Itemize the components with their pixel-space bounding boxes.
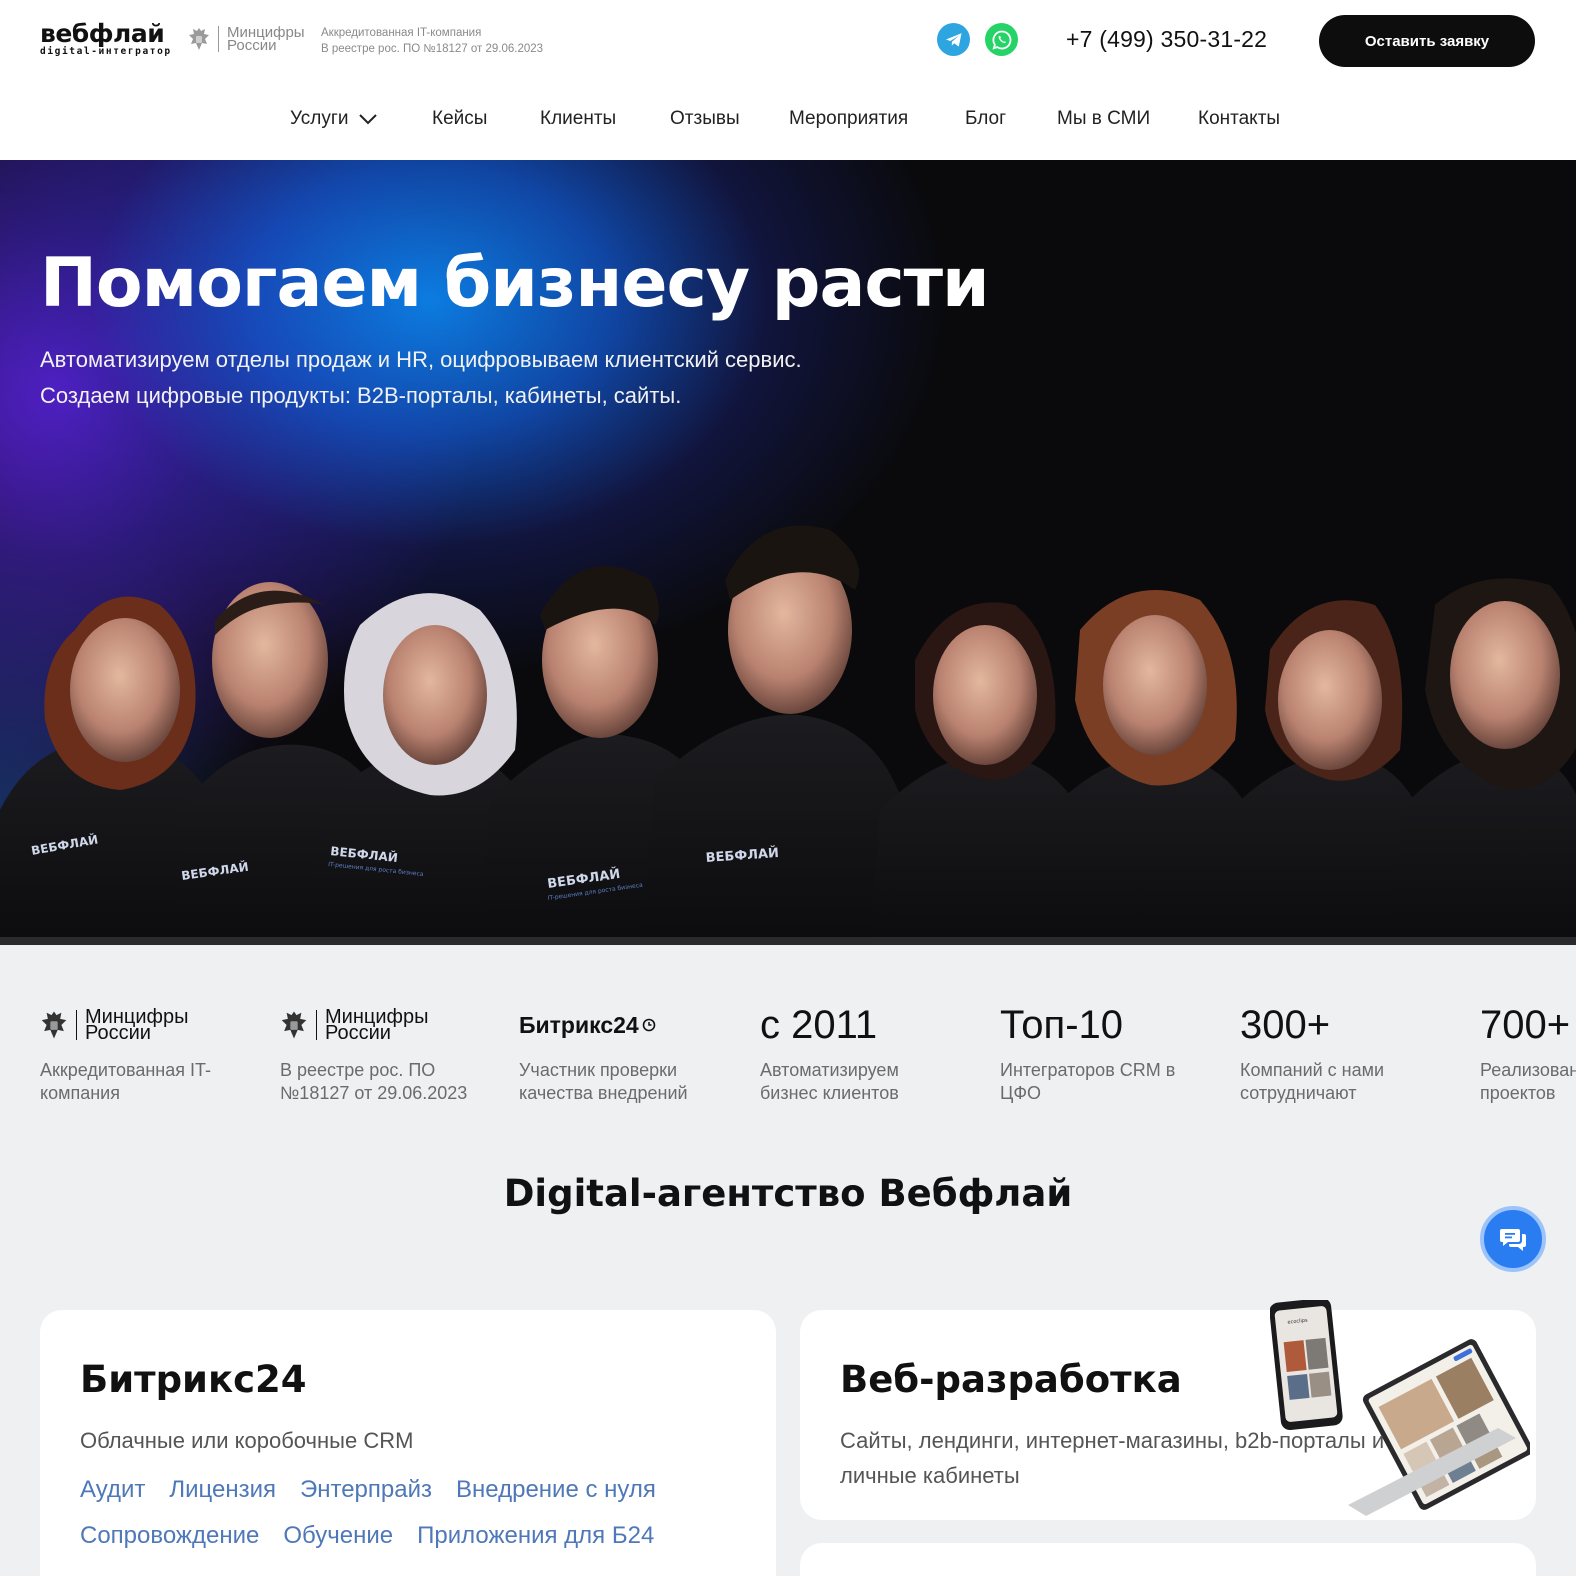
nav-item-events[interactable]: Мероприятия — [789, 108, 908, 130]
bitrix24-links: Аудит Лицензия Энтерпрайз Внедрение с ну… — [80, 1474, 760, 1552]
mincifry-text: Минцифры России — [325, 1007, 428, 1043]
logo-main: вебфлай — [40, 19, 165, 48]
nav-item-label: Услуги — [290, 108, 349, 129]
chat-widget-button[interactable] — [1480, 1206, 1546, 1272]
stat-desc: Реализованных проектов — [1480, 1060, 1576, 1103]
stat-desc: Аккредитованная IT-компания — [40, 1060, 211, 1103]
nav-item-blog[interactable]: Блог — [965, 108, 1006, 130]
chat-icon — [1500, 1229, 1526, 1251]
telegram-icon — [945, 32, 961, 47]
nav-item-label: Кейсы — [432, 108, 488, 129]
nav-item-reviews[interactable]: Отзывы — [670, 108, 740, 130]
accreditation-note: Аккредитованная IT-компания В реестре ро… — [321, 25, 543, 57]
nav-item-label: Блог — [965, 108, 1007, 129]
eagle-emblem-icon — [41, 1011, 67, 1039]
card-desc: Сайты, лендинги, интернет-магазины, b2b-… — [840, 1428, 1385, 1488]
bitrix24-service-card[interactable]: Битрикс24 Облачные или коробочные CRM Ау… — [40, 1310, 776, 1576]
stat-desc: Автоматизируем бизнес клиентов — [760, 1060, 899, 1103]
card-title: Веб-разработка — [840, 1358, 1182, 1401]
whatsapp-icon — [991, 30, 1011, 50]
stat-value: 700+ — [1480, 1005, 1571, 1047]
stats-row: Минцифры России Аккредитованная IT-компа… — [0, 1005, 1576, 1105]
stat-top10: Топ-10 Интеграторов CRM в ЦФО — [1000, 1005, 1190, 1105]
hero-bottom-strip — [0, 937, 1576, 945]
nav-item-label: Мероприятия — [789, 108, 909, 129]
card-desc: Облачные или коробочные CRM — [80, 1428, 414, 1453]
accred-line1: Аккредитованная IT-компания — [321, 27, 482, 39]
phone-link[interactable]: +7 (499) 350-31-22 — [1066, 26, 1267, 53]
chevron-down-icon — [359, 114, 378, 125]
link-implementation[interactable]: Внедрение с нуля — [456, 1474, 656, 1506]
hero-subtitle: Автоматизируем отделы продаж и HR, оцифр… — [40, 347, 802, 408]
mincifry-badge: Минцифры России — [188, 25, 305, 53]
link-enterprise[interactable]: Энтерпрайз — [300, 1474, 432, 1506]
hero-title: Помогаем бизнесу расти — [40, 244, 990, 323]
mincifry-text: Минцифры России — [85, 1007, 188, 1043]
hero-banner: Помогаем бизнесу расти Автоматизируем от… — [0, 160, 1576, 945]
stat-registry: Минцифры России В реестре рос. ПО №18127… — [280, 1005, 470, 1105]
stat-desc: Участник проверки качества внедрений — [519, 1060, 688, 1103]
next-service-card[interactable] — [800, 1543, 1536, 1576]
web-development-card[interactable]: ecoclips Веб-разработка Сайты, лендинги,… — [800, 1300, 1536, 1520]
clock-icon — [642, 1018, 656, 1032]
stat-companies: 300+ Компаний с нами сотрудничают — [1240, 1005, 1430, 1105]
logo[interactable]: вебфлай digital-интегратор — [40, 19, 172, 58]
stat-value: 300+ — [1240, 1003, 1331, 1047]
nav-item-label: Отзывы — [670, 108, 740, 129]
mincifry-logo: Минцифры России — [280, 1005, 470, 1045]
leave-request-button[interactable]: Оставить заявку — [1319, 15, 1535, 67]
bitrix24-logo-text: Битрикс24 — [519, 1011, 639, 1038]
telegram-link[interactable] — [937, 23, 970, 56]
link-apps[interactable]: Приложения для Б24 — [417, 1520, 654, 1552]
stat-desc: В реестре рос. ПО №18127 от 29.06.2023 — [280, 1060, 468, 1103]
stat-since: с 2011 Автоматизируем бизнес клиентов — [760, 1005, 950, 1105]
link-audit[interactable]: Аудит — [80, 1474, 145, 1506]
mincifry-divider — [316, 1010, 317, 1040]
nav-item-media[interactable]: Мы в СМИ — [1057, 108, 1150, 130]
mincifry-divider — [76, 1010, 77, 1040]
bitrix24-logo: Битрикс24 — [519, 1005, 709, 1045]
stat-bitrix: Битрикс24 Участник проверки качества вне… — [519, 1005, 709, 1105]
logo-sub: digital-интегратор — [40, 46, 172, 57]
link-license[interactable]: Лицензия — [169, 1474, 276, 1506]
link-support[interactable]: Сопровождение — [80, 1520, 259, 1552]
nav-item-cases[interactable]: Кейсы — [432, 108, 487, 130]
nav-item-label: Мы в СМИ — [1057, 108, 1151, 129]
nav-item-label: Контакты — [1198, 108, 1281, 129]
nav-item-contacts[interactable]: Контакты — [1198, 108, 1280, 130]
eagle-emblem-icon — [281, 1011, 307, 1039]
site-header: вебфлай digital-интегратор Минцифры Росс… — [0, 0, 1576, 160]
mincifry-logo: Минцифры России — [40, 1005, 230, 1045]
mincifry-text: Минцифры России — [227, 25, 305, 53]
eagle-emblem-icon — [189, 28, 209, 50]
mincifry-divider — [218, 26, 219, 52]
link-training[interactable]: Обучение — [283, 1520, 393, 1552]
card-title: Битрикс24 — [80, 1358, 307, 1401]
stat-value: с 2011 — [760, 1003, 878, 1047]
nav-item-label: Клиенты — [540, 108, 617, 129]
stat-accredited: Минцифры России Аккредитованная IT-компа… — [40, 1005, 230, 1105]
main-nav: Услуги Кейсы Клиенты Отзывы Мероприятия … — [0, 108, 1576, 134]
stat-value: Топ-10 — [1000, 1003, 1124, 1047]
whatsapp-link[interactable] — [985, 23, 1018, 56]
stat-projects: 700+ Реализованных проектов — [1480, 1005, 1576, 1105]
stat-desc: Компаний с нами сотрудничают — [1240, 1060, 1385, 1103]
nav-item-clients[interactable]: Клиенты — [540, 108, 616, 130]
nav-item-services[interactable]: Услуги — [290, 108, 378, 130]
section-title: Digital-агентство Вебфлай — [503, 1172, 1073, 1215]
accred-line2: В реестре рос. ПО №18127 от 29.06.2023 — [321, 43, 544, 55]
team-photo: ВЕБФЛАЙ ВЕБФЛАЙ ВЕБФЛАЙ ВЕБФЛАЙ ВЕБФЛАЙ … — [0, 525, 1576, 945]
stat-desc: Интеграторов CRM в ЦФО — [1000, 1060, 1176, 1103]
